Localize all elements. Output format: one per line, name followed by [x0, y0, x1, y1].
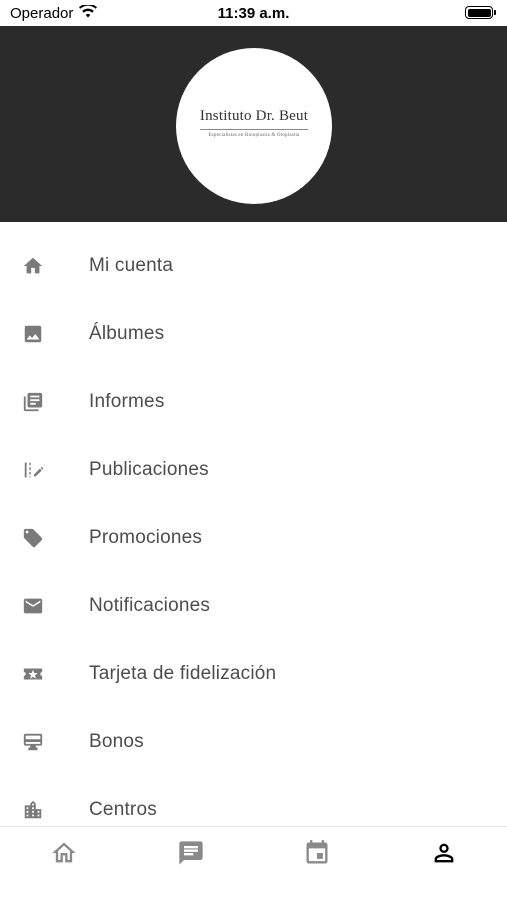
tab-calendar[interactable]: [301, 839, 333, 871]
person-icon: [430, 839, 458, 872]
tab-profile[interactable]: [428, 839, 460, 871]
image-icon: [22, 323, 44, 345]
logo-title: Instituto Dr. Beut: [199, 108, 309, 130]
home-icon: [22, 255, 44, 277]
menu-item-bonos[interactable]: Bonos: [0, 708, 507, 776]
edit-note-icon: [22, 459, 44, 481]
library-books-icon: [22, 391, 44, 413]
menu-item-informes[interactable]: Informes: [0, 368, 507, 436]
tab-chat[interactable]: [175, 839, 207, 871]
profile-header: Instituto Dr. Beut Especialistas en Rino…: [0, 26, 507, 222]
menu-item-label: Promociones: [89, 527, 203, 548]
menu-item-label: Publicaciones: [89, 459, 209, 480]
tab-home[interactable]: [48, 839, 80, 871]
menu-item-label: Centros: [89, 799, 157, 820]
menu-item-label: Mi cuenta: [89, 255, 174, 276]
menu-item-label: Notificaciones: [89, 595, 211, 616]
menu-item-notificaciones[interactable]: Notificaciones: [0, 572, 507, 640]
menu-item-mi-cuenta[interactable]: Mi cuenta: [0, 232, 507, 300]
voucher-icon: [22, 731, 44, 753]
home-outline-icon: [50, 839, 78, 872]
menu-item-centros[interactable]: Centros: [0, 776, 507, 826]
menu-item-tarjeta-fidelizacion[interactable]: Tarjeta de fidelización: [0, 640, 507, 708]
calendar-icon: [303, 839, 331, 872]
menu-item-promociones[interactable]: Promociones: [0, 504, 507, 572]
menu-item-publicaciones[interactable]: Publicaciones: [0, 436, 507, 504]
menu-item-label: Bonos: [89, 731, 144, 752]
logo-subtitle: Especialistas en Rinoplastia & Otoplasti…: [208, 133, 300, 138]
menu-item-albumes[interactable]: Álbumes: [0, 300, 507, 368]
battery-icon: [465, 6, 496, 19]
menu-item-label: Álbumes: [89, 323, 165, 344]
menu-item-label: Tarjeta de fidelización: [89, 663, 277, 684]
clinic-logo: Instituto Dr. Beut Especialistas en Rino…: [176, 48, 332, 204]
menu-list: Mi cuenta Álbumes Informes Publicaciones…: [0, 222, 507, 826]
chat-icon: [177, 839, 205, 872]
status-bar: Operador 11:39 a.m.: [0, 0, 507, 26]
loyalty-card-icon: [22, 663, 44, 685]
bottom-tab-bar: [0, 826, 507, 900]
mail-icon: [22, 595, 44, 617]
tag-icon: [22, 527, 44, 549]
status-time: 11:39 a.m.: [217, 5, 290, 22]
menu-item-label: Informes: [89, 391, 165, 412]
building-icon: [22, 799, 44, 821]
